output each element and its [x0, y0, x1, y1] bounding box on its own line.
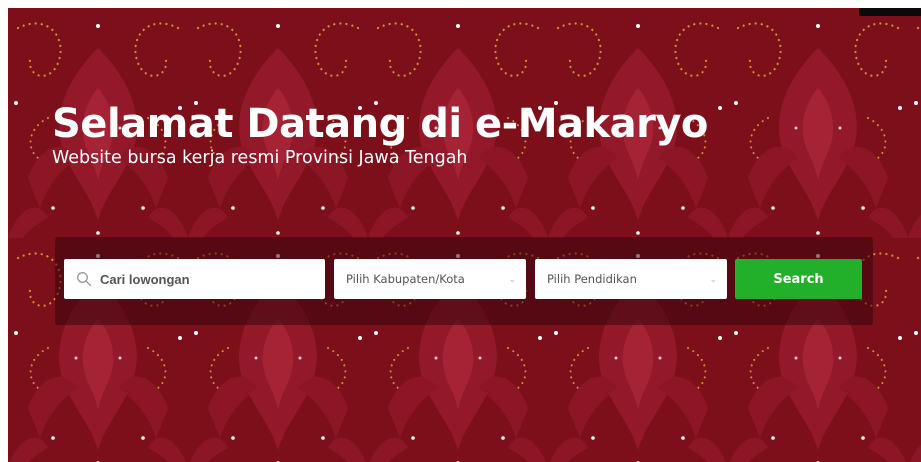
kabupaten-select[interactable]: Pilih Kabupaten/Kota ⌄	[334, 259, 526, 299]
hero-title: Selamat Datang di e-Makaryo	[52, 101, 708, 147]
job-search-panel: Pilih Kabupaten/Kota ⌄ Pilih Pendidikan …	[55, 237, 873, 325]
keyword-search-input[interactable]	[98, 270, 322, 288]
pendidikan-select-label: Pilih Pendidikan	[547, 272, 637, 286]
top-corner-strip	[859, 8, 921, 16]
hero-subtitle: Website bursa kerja resmi Provinsi Jawa …	[52, 148, 468, 168]
pendidikan-select[interactable]: Pilih Pendidikan ⌄	[535, 259, 727, 299]
chevron-down-icon: ⌄	[709, 273, 717, 284]
batik-background-pattern	[8, 8, 921, 462]
search-icon	[77, 272, 92, 287]
chevron-down-icon: ⌄	[508, 273, 516, 284]
keyword-search-field[interactable]	[64, 259, 325, 299]
search-button[interactable]: Search	[735, 259, 862, 299]
kabupaten-select-label: Pilih Kabupaten/Kota	[346, 272, 465, 286]
hero-banner: Selamat Datang di e-Makaryo Website burs…	[8, 8, 921, 462]
